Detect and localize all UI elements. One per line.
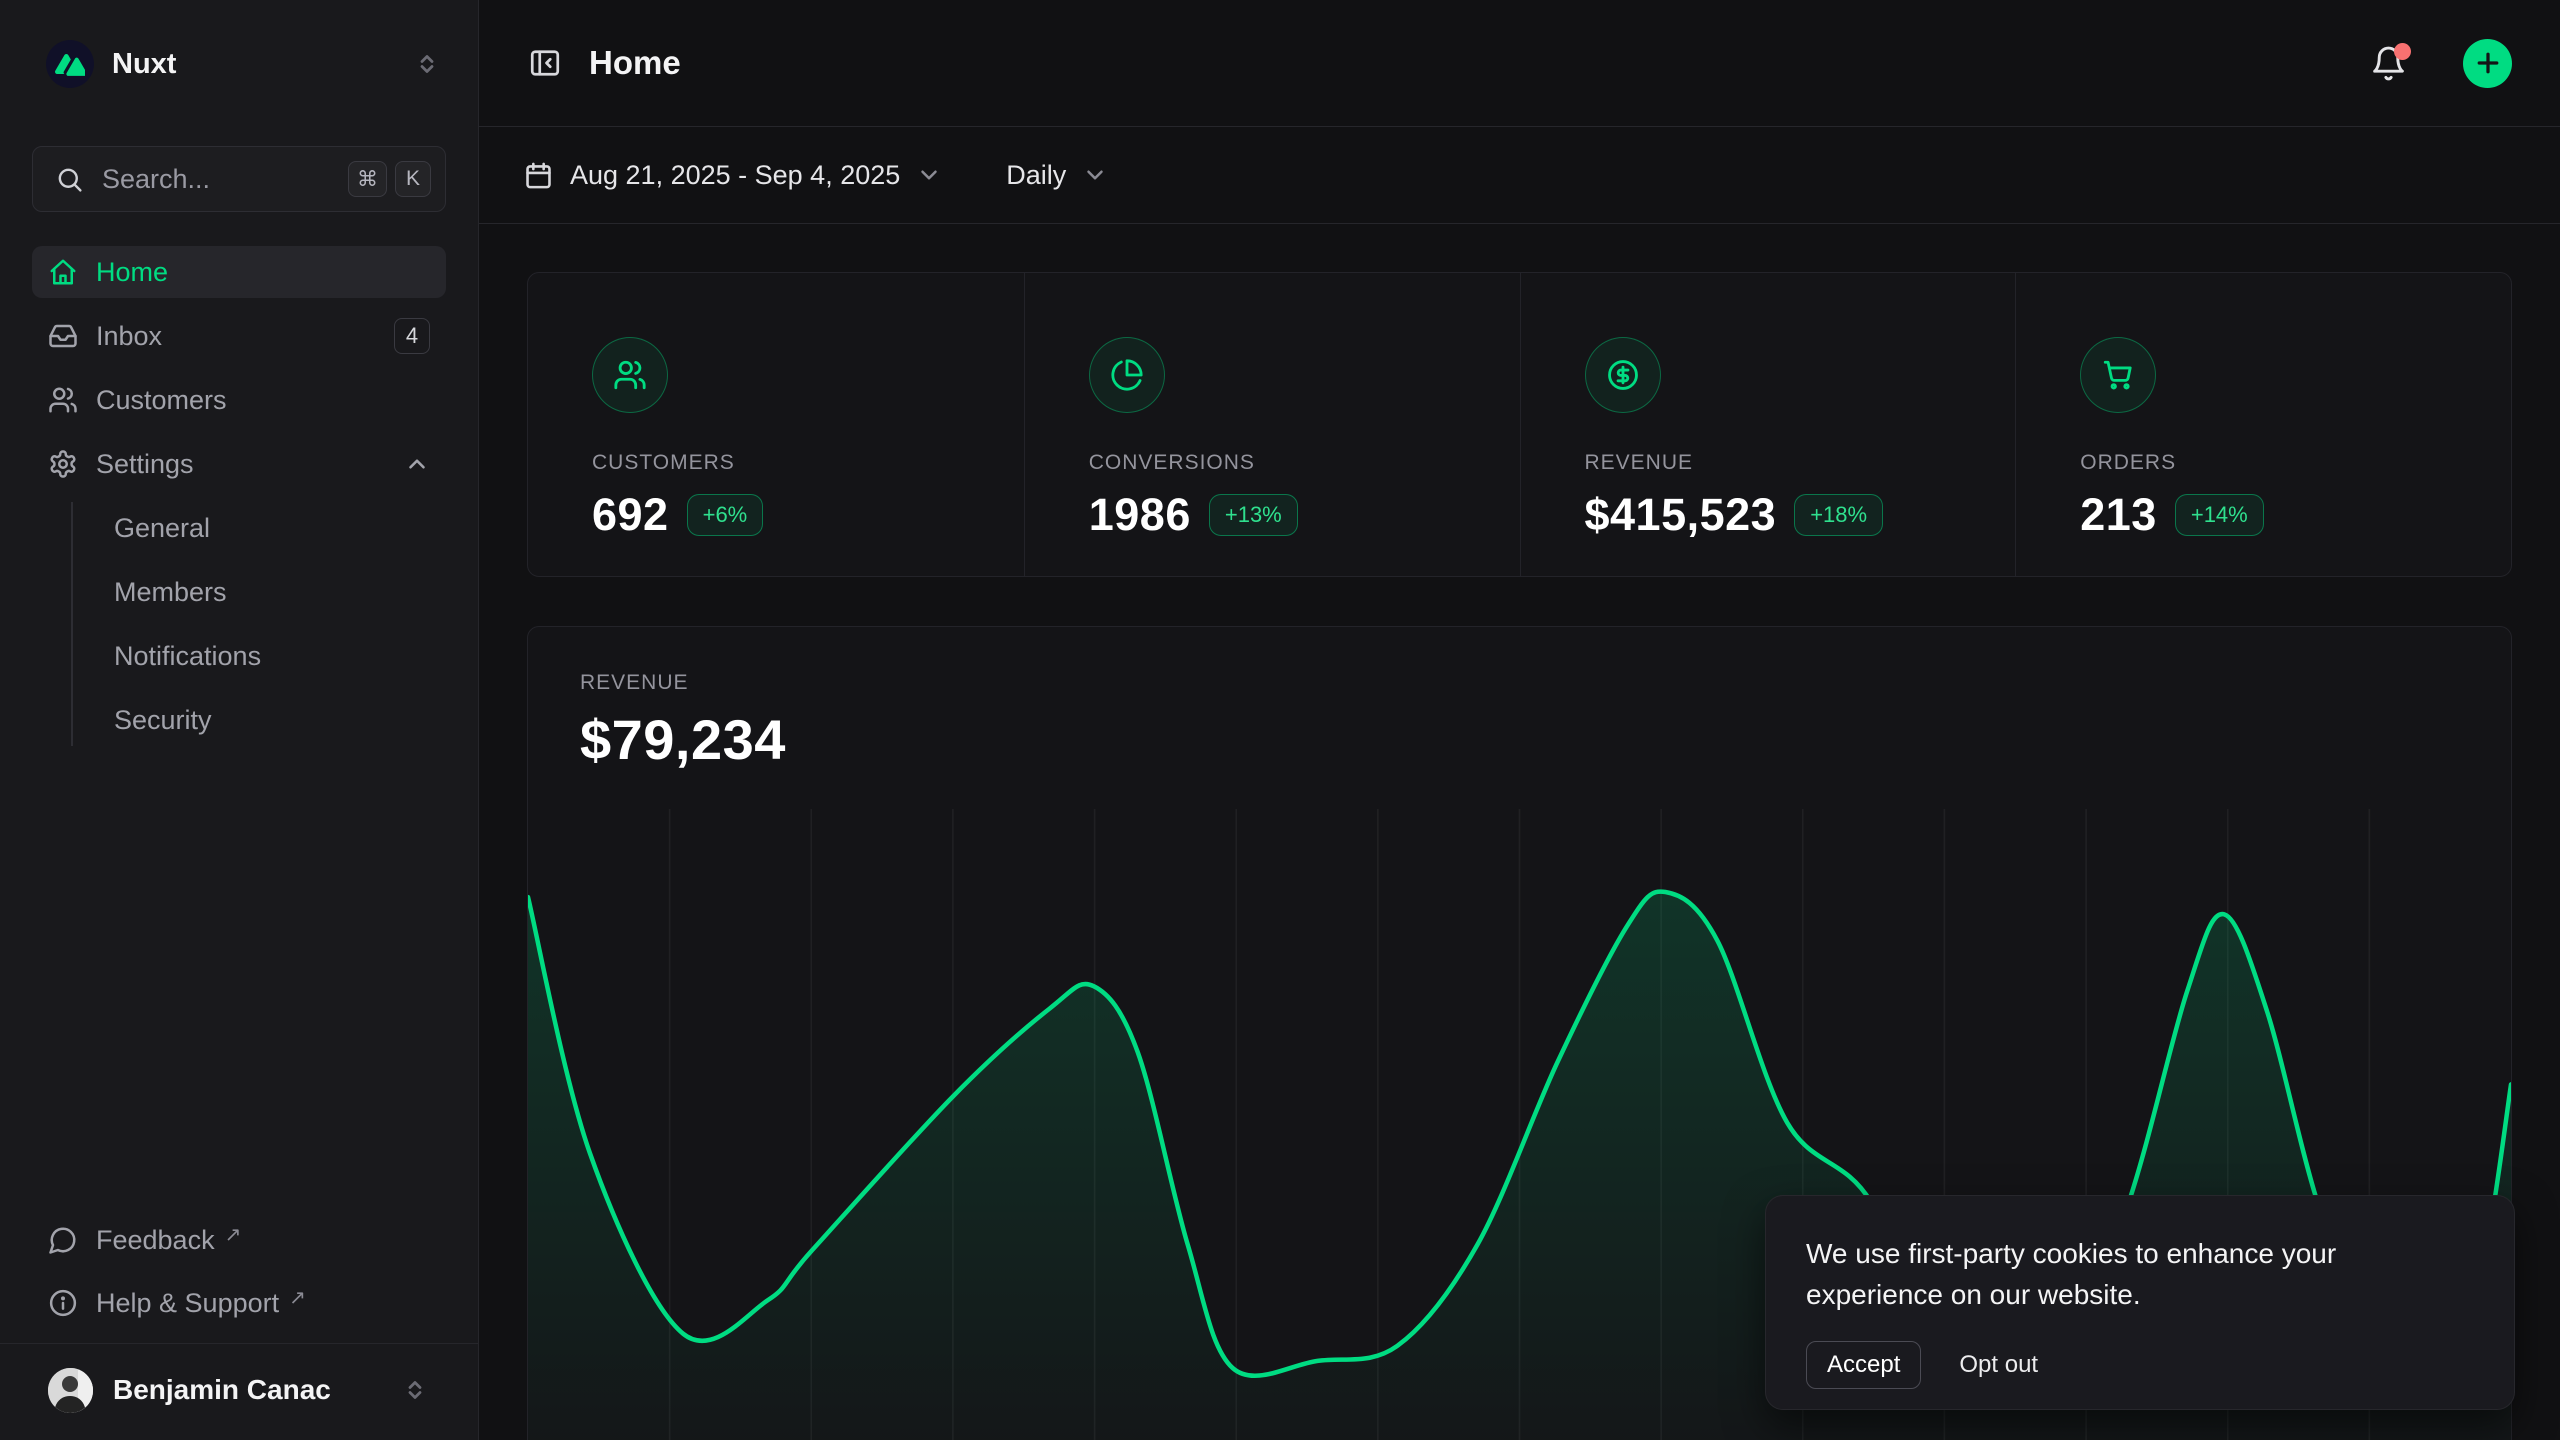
settings-gear-icon [48,449,78,479]
sidebar-nav: Home Inbox 4 Customers [32,246,446,746]
customers-icon [48,385,78,415]
cookie-accept-button[interactable]: Accept [1806,1341,1921,1389]
sidebar-item-settings[interactable]: Settings [32,438,446,490]
add-button[interactable] [2463,39,2512,88]
sidebar-item-label: Home [96,257,430,288]
search-input[interactable]: Search... ⌘ K [32,146,446,212]
chevrons-up-down-icon [400,1375,430,1405]
feedback-link[interactable]: Feedback ↗ [32,1214,446,1266]
sidebar-item-notifications[interactable]: Notifications [106,630,446,682]
stat-customers[interactable]: CUSTOMERS 692 +6% [528,273,1024,576]
kbd-k: K [395,161,431,197]
stat-revenue[interactable]: REVENUE $415,523 +18% [1520,273,2016,576]
cookie-optout-button[interactable]: Opt out [1959,1351,2038,1379]
stat-value: 692 [592,489,669,541]
search-placeholder: Search... [102,164,330,195]
sidebar-item-inbox[interactable]: Inbox 4 [32,310,446,362]
chevrons-up-down-icon[interactable] [412,49,442,79]
stat-conversions[interactable]: CONVERSIONS 1986 +13% [1024,273,1520,576]
stat-value: $415,523 [1585,489,1777,541]
external-link-icon: ↗ [225,1222,242,1247]
stat-value: 213 [2080,489,2157,541]
info-circle-icon [48,1288,78,1318]
search-icon [55,165,84,194]
stat-delta-badge: +14% [2175,494,2264,536]
stat-label: CONVERSIONS [1089,451,1520,475]
revenue-chart-value: $79,234 [580,707,2511,772]
users-icon [592,337,668,413]
shopping-cart-icon [2080,337,2156,413]
revenue-chart-label: REVENUE [580,671,2511,695]
cookie-message: We use first-party cookies to enhance yo… [1806,1234,2426,1315]
collapse-sidebar-button[interactable] [527,45,563,81]
sidebar-item-label: General [114,513,210,544]
notification-dot [2394,43,2411,60]
user-menu[interactable]: Benjamin Canac [32,1362,446,1418]
feedback-label: Feedback [96,1225,215,1256]
stat-value: 1986 [1089,489,1191,541]
sidebar: Nuxt Search... ⌘ K Home [0,0,479,1440]
stat-delta-badge: +18% [1794,494,1883,536]
chevron-down-icon [1082,162,1108,188]
help-support-link[interactable]: Help & Support ↗ [32,1277,446,1329]
panel-left-icon [527,45,563,81]
pie-chart-icon [1089,337,1165,413]
external-link-icon: ↗ [289,1285,306,1310]
inbox-count-badge: 4 [394,318,430,354]
workspace-name: Nuxt [112,48,394,81]
stat-label: REVENUE [1585,451,2016,475]
kbd-cmd: ⌘ [348,161,387,197]
granularity-select[interactable]: Daily [1006,160,1108,191]
avatar [48,1368,93,1413]
sidebar-user-section: Benjamin Canac [0,1343,478,1440]
stat-orders[interactable]: ORDERS 213 +14% [2015,273,2511,576]
sidebar-item-members[interactable]: Members [106,566,446,618]
sidebar-item-label: Security [114,705,212,736]
sidebar-item-security[interactable]: Security [106,694,446,746]
plus-icon [2473,48,2503,78]
sidebar-item-home[interactable]: Home [32,246,446,298]
chevron-down-icon [916,162,942,188]
cookie-banner: We use first-party cookies to enhance yo… [1765,1195,2515,1410]
search-shortcut: ⌘ K [348,161,431,197]
sidebar-item-general[interactable]: General [106,502,446,554]
stats-summary-card: CUSTOMERS 692 +6% CONVERSIONS 1986 +13% [527,272,2512,577]
stat-label: ORDERS [2080,451,2511,475]
feedback-chat-icon [48,1225,78,1255]
home-icon [48,257,78,287]
stat-delta-badge: +13% [1209,494,1298,536]
stat-label: CUSTOMERS [592,451,1024,475]
notifications-button[interactable] [2370,45,2407,82]
date-range-label: Aug 21, 2025 - Sep 4, 2025 [570,160,900,191]
help-support-label: Help & Support [96,1288,279,1319]
sidebar-spacer [0,746,478,1214]
filter-toolbar: Aug 21, 2025 - Sep 4, 2025 Daily [479,127,2560,224]
sidebar-item-label: Members [114,577,227,608]
sidebar-item-label: Notifications [114,641,261,672]
settings-subnav: General Members Notifications Security [71,502,446,746]
stat-delta-badge: +6% [687,494,764,536]
workspace-switcher[interactable]: Nuxt [0,0,478,88]
sidebar-footer-links: Feedback ↗ Help & Support ↗ [0,1214,478,1343]
sidebar-item-customers[interactable]: Customers [32,374,446,426]
chevron-up-icon [404,451,430,477]
calendar-icon [523,160,554,191]
sidebar-item-label: Inbox [96,321,376,352]
granularity-label: Daily [1006,160,1066,191]
inbox-icon [48,321,78,351]
sidebar-item-label: Settings [96,449,386,480]
user-name: Benjamin Canac [113,1374,380,1406]
sidebar-item-label: Customers [96,385,430,416]
dollar-circle-icon [1585,337,1661,413]
page-header: Home [479,0,2560,127]
page-title: Home [589,44,2344,82]
nuxt-logo [46,40,94,88]
date-range-picker[interactable]: Aug 21, 2025 - Sep 4, 2025 [523,160,942,191]
nuxt-logo-glyph [55,49,85,79]
